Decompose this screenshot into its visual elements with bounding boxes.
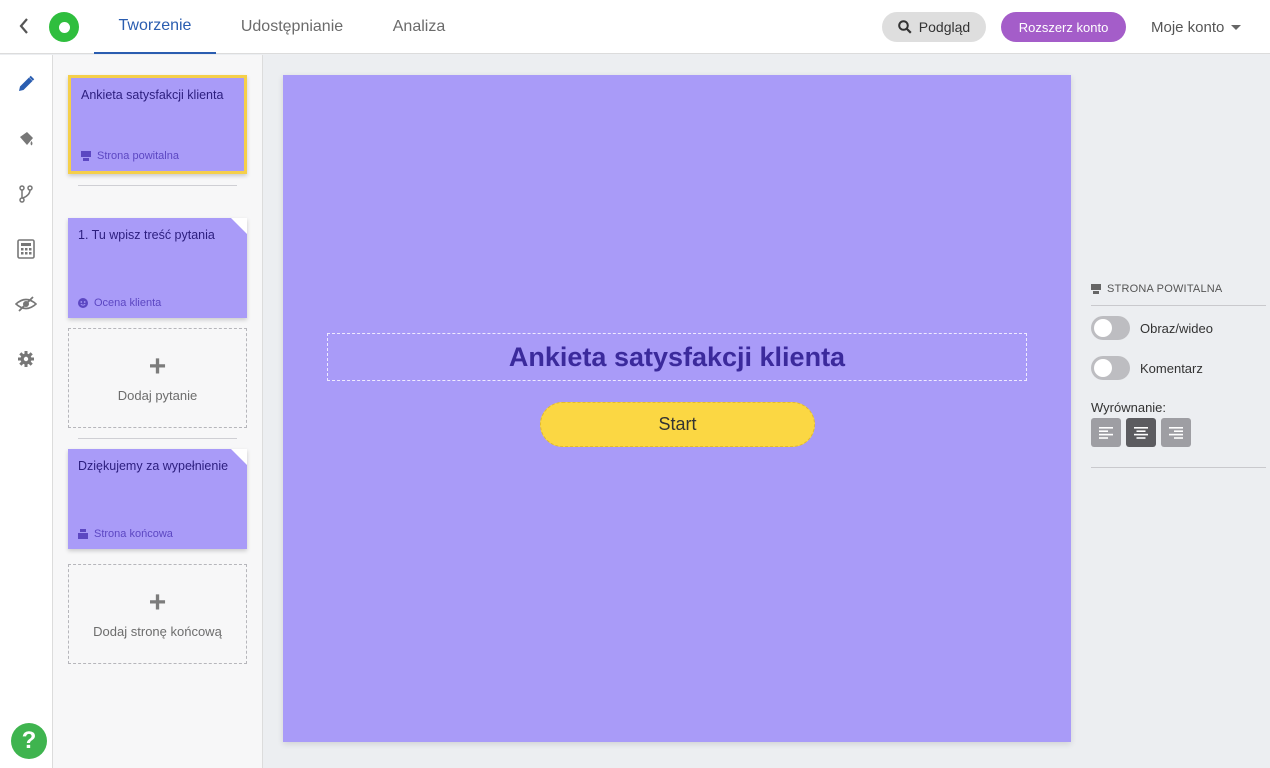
page-divider xyxy=(78,185,237,186)
alignment-buttons xyxy=(1091,418,1191,447)
comment-toggle[interactable] xyxy=(1091,356,1130,380)
help-button[interactable]: ? xyxy=(11,723,47,759)
add-ending-page-button[interactable]: + Dodaj stronę końcową xyxy=(68,564,247,664)
page-fold-corner xyxy=(231,218,247,234)
top-bar: Tworzenie Udostępnianie Analiza Podgląd … xyxy=(0,0,1270,54)
chevron-left-icon[interactable] xyxy=(14,14,34,38)
welcome-page-icon xyxy=(1091,284,1101,294)
question-meta: Ocena klienta xyxy=(78,297,161,309)
page-canvas: Ankieta satysfakcji klienta Start xyxy=(283,75,1071,742)
media-toggle-label: Obraz/wideo xyxy=(1140,320,1213,336)
tab-tworzenie[interactable]: Tworzenie xyxy=(94,0,216,54)
search-icon xyxy=(897,20,912,34)
account-label: Moje konto xyxy=(1151,18,1225,36)
welcome-title-editor[interactable]: Ankieta satysfakcji klienta xyxy=(327,333,1027,381)
ending-page-card[interactable]: Dziękujemy za wypełnienie Strona końcowa xyxy=(68,449,247,549)
align-left-button[interactable] xyxy=(1091,418,1121,447)
settings-panel: STRONA POWITALNA Obraz/wideo Komentarz W… xyxy=(1091,280,1266,468)
question-card[interactable]: 1. Tu wpisz treść pytania Ocena klienta xyxy=(68,218,247,318)
section-divider xyxy=(1091,305,1266,306)
media-toggle-row: Obraz/wideo xyxy=(1091,316,1213,340)
alignment-label: Wyrównanie: xyxy=(1091,400,1167,415)
media-toggle[interactable] xyxy=(1091,316,1130,340)
start-button[interactable]: Start xyxy=(540,402,815,447)
paint-bucket-icon[interactable] xyxy=(13,126,39,152)
tab-analiza[interactable]: Analiza xyxy=(372,0,466,54)
hidden-eye-icon[interactable] xyxy=(13,291,39,317)
add-ending-page-label: Dodaj stronę końcową xyxy=(93,623,222,639)
comment-toggle-row: Komentarz xyxy=(1091,356,1203,380)
account-menu[interactable]: Moje konto xyxy=(1151,12,1242,42)
align-right-button[interactable] xyxy=(1161,418,1191,447)
welcome-page-meta: Strona powitalna xyxy=(81,150,179,162)
welcome-page-type: Strona powitalna xyxy=(97,150,179,162)
section-divider xyxy=(1091,467,1266,468)
welcome-title: Ankieta satysfakcji klienta xyxy=(508,341,846,372)
align-right-icon xyxy=(1169,426,1183,439)
ending-page-meta: Strona końcowa xyxy=(78,528,173,540)
branch-icon[interactable] xyxy=(13,181,39,207)
ending-page-title: Dziękujemy za wypełnienie xyxy=(78,459,229,473)
ending-page-icon xyxy=(78,529,88,539)
ending-page-type: Strona końcowa xyxy=(94,528,173,540)
gear-icon[interactable] xyxy=(13,346,39,372)
plus-icon: + xyxy=(148,349,167,383)
left-rail xyxy=(0,55,53,768)
plus-icon: + xyxy=(148,585,167,619)
pencil-icon[interactable] xyxy=(13,71,39,97)
calculator-icon[interactable] xyxy=(13,236,39,262)
section-title: STRONA POWITALNA xyxy=(1107,283,1223,295)
add-question-label: Dodaj pytanie xyxy=(117,387,198,403)
preview-button[interactable]: Podgląd xyxy=(882,12,986,42)
welcome-page-icon xyxy=(81,151,91,161)
upgrade-account-button[interactable]: Rozszerz konto xyxy=(1001,12,1126,42)
page-fold-corner xyxy=(231,449,247,465)
survey-logo-icon[interactable] xyxy=(49,12,79,42)
question-type: Ocena klienta xyxy=(94,297,162,309)
smiley-icon xyxy=(78,298,88,308)
preview-label: Podgląd xyxy=(918,19,971,35)
section-header: STRONA POWITALNA xyxy=(1091,280,1266,298)
question-title: 1. Tu wpisz treść pytania xyxy=(78,228,215,242)
add-question-button[interactable]: + Dodaj pytanie xyxy=(68,328,247,428)
caret-down-icon xyxy=(1231,24,1242,30)
align-center-icon xyxy=(1134,426,1148,439)
welcome-page-card[interactable]: Ankieta satysfakcji klienta Strona powit… xyxy=(68,75,247,174)
align-center-button[interactable] xyxy=(1126,418,1156,447)
page-divider xyxy=(78,438,237,439)
welcome-page-title: Ankieta satysfakcji klienta xyxy=(81,88,224,102)
align-left-icon xyxy=(1099,426,1113,439)
comment-toggle-label: Komentarz xyxy=(1140,360,1203,376)
tab-udostepnianie[interactable]: Udostępnianie xyxy=(226,0,358,54)
